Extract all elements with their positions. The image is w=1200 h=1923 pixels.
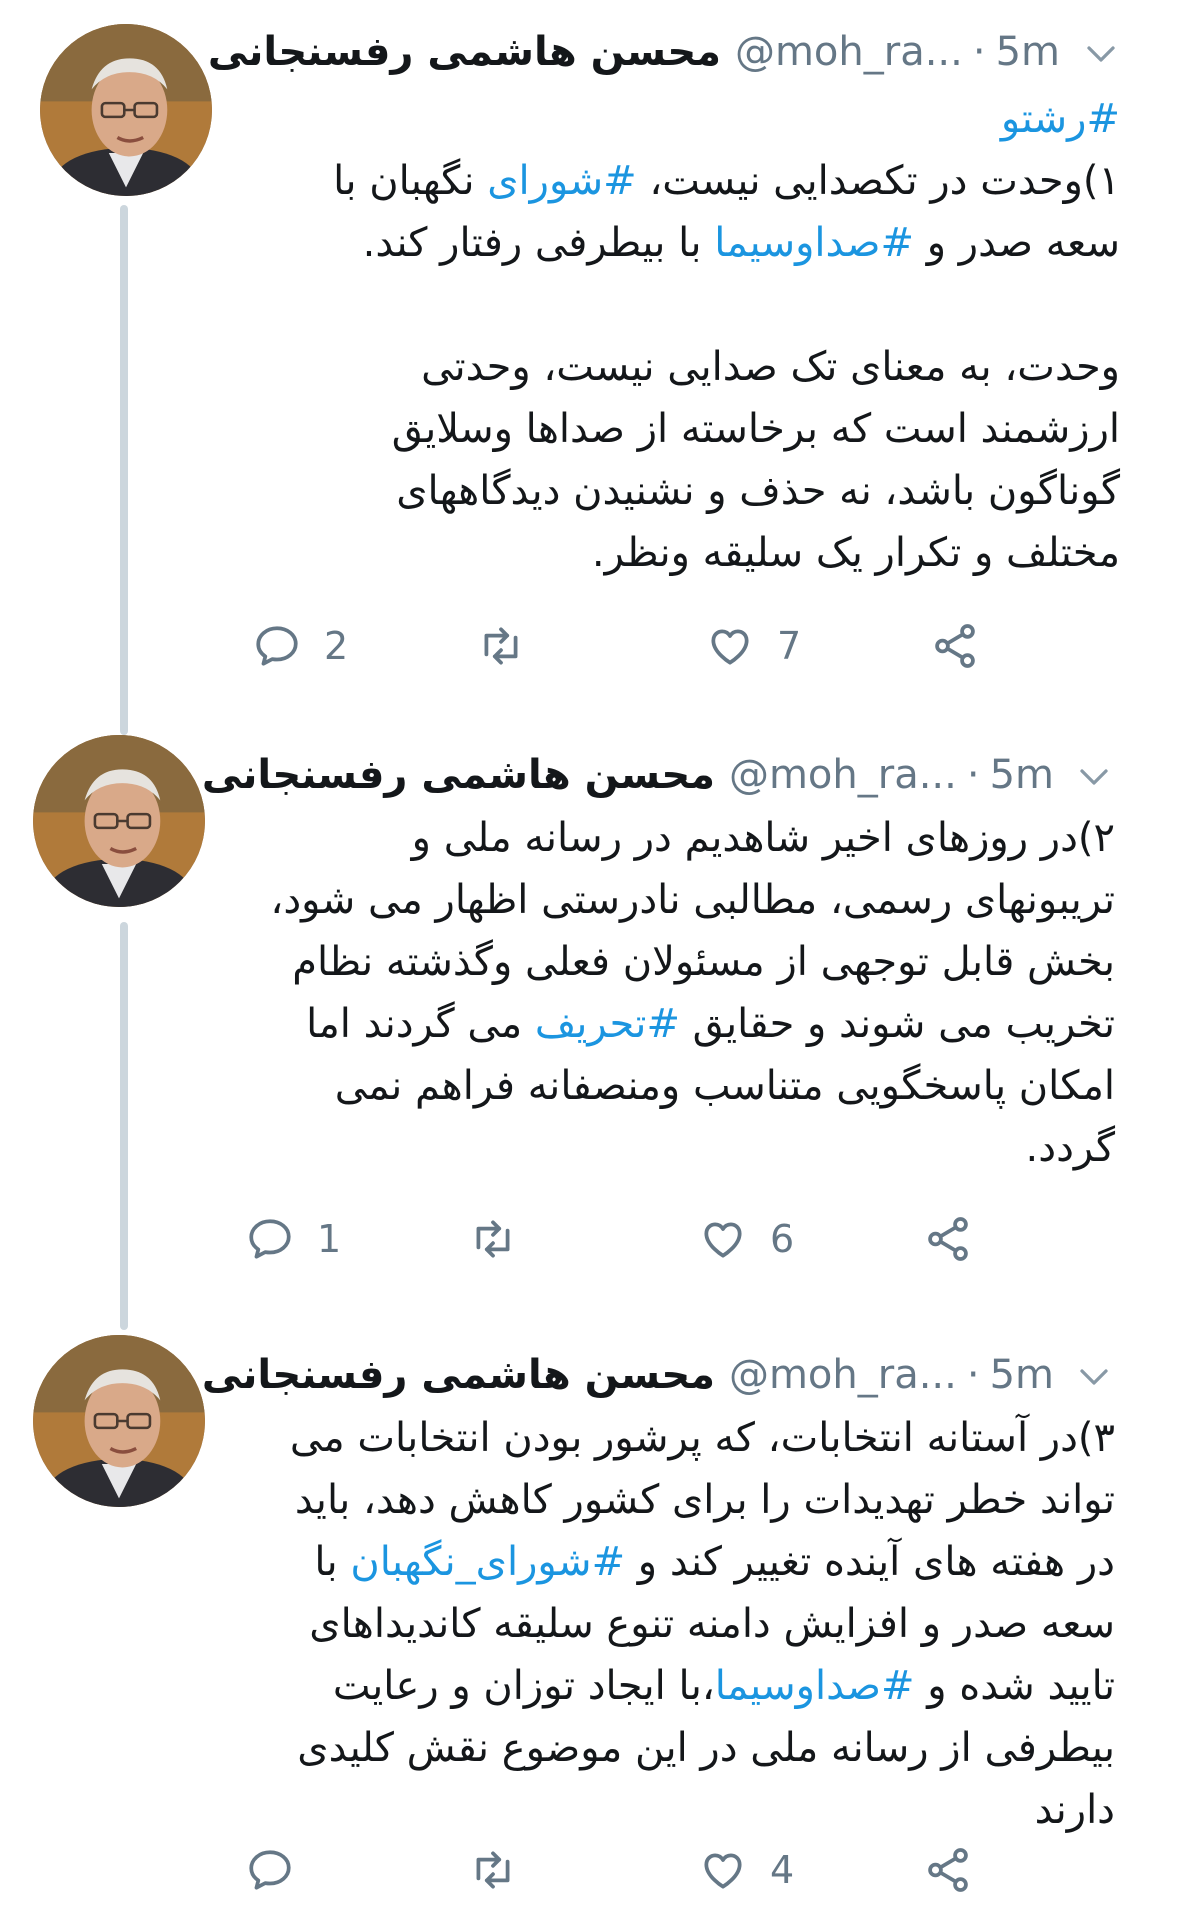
reply-icon — [256, 626, 298, 666]
like-button[interactable]: 4 — [698, 1840, 794, 1900]
author-handle[interactable]: @moh_ra... — [729, 1352, 957, 1398]
share-icon — [935, 624, 975, 668]
reply-button[interactable] — [245, 1840, 317, 1900]
retweet-button[interactable] — [476, 616, 548, 676]
hashtag-link[interactable]: #صداوسیما — [715, 1663, 915, 1709]
author-handle[interactable]: @moh_ra... — [729, 752, 957, 798]
retweet-icon — [476, 1220, 510, 1258]
separator-dot: · — [966, 1352, 980, 1398]
timestamp[interactable]: 5m — [990, 752, 1054, 798]
avatar[interactable] — [33, 1335, 205, 1507]
like-count: 4 — [770, 1848, 795, 1892]
separator-dot: · — [966, 752, 980, 798]
tweet[interactable]: محسن هاشمی رفسنجانی @moh_ra... · 5m ۲)در… — [0, 735, 1200, 1335]
retweet-icon — [484, 627, 518, 665]
reply-button[interactable]: 2 — [252, 616, 348, 676]
share-button[interactable] — [923, 1840, 973, 1900]
reply-count: 2 — [324, 624, 349, 668]
like-button[interactable]: 6 — [698, 1209, 794, 1269]
text-segment: ۱)وحدت در تکصدایی نیست، — [636, 158, 1120, 204]
tweet[interactable]: محسن هاشمی رفسنجانی @moh_ra... · 5m #رشت… — [0, 0, 1200, 700]
tweet-header: محسن هاشمی رفسنجانی @moh_ra... · 5m — [202, 745, 1054, 805]
chevron-down-icon[interactable] — [1083, 36, 1119, 72]
tweet-paragraph: ۲)در روزهای اخیر شاهدیم در رسانه ملی و ت… — [265, 807, 1115, 1179]
timestamp[interactable]: 5m — [990, 1352, 1054, 1398]
avatar[interactable] — [33, 735, 205, 907]
share-button[interactable] — [923, 1209, 973, 1269]
retweet-button[interactable] — [468, 1209, 540, 1269]
hashtag-link[interactable]: #شورای — [487, 158, 636, 204]
tweet-header: محسن هاشمی رفسنجانی @moh_ra... · 5m — [202, 1345, 1054, 1405]
hashtag-line[interactable]: #رشتو — [280, 88, 1120, 150]
chevron-down-icon[interactable] — [1076, 1359, 1112, 1395]
avatar-photo — [33, 735, 205, 907]
tweet-actions: 4 — [0, 1840, 1200, 1900]
retweet-icon — [476, 1851, 510, 1889]
tweet-text: ۲)در روزهای اخیر شاهدیم در رسانه ملی و ت… — [265, 807, 1115, 1179]
share-button[interactable] — [930, 616, 980, 676]
author-handle[interactable]: @moh_ra... — [735, 29, 963, 75]
chevron-down-icon[interactable] — [1076, 759, 1112, 795]
share-icon — [928, 1848, 968, 1892]
hashtag-link[interactable]: #صداوسیما — [714, 220, 914, 266]
avatar-photo — [40, 24, 212, 196]
like-count: 6 — [770, 1217, 795, 1261]
heart-icon — [704, 1853, 742, 1889]
tweet-paragraph: ۳)در آستانه انتخابات، که پرشور بودن انتخ… — [265, 1407, 1115, 1841]
reply-button[interactable]: 1 — [245, 1209, 341, 1269]
share-icon — [928, 1217, 968, 1261]
retweet-button[interactable] — [468, 1840, 540, 1900]
tweet-text: #رشتو ۱)وحدت در تکصدایی نیست، #شورای نگه… — [280, 88, 1120, 584]
text-segment: با بیطرفی رفتار کند. — [362, 220, 715, 266]
like-count: 7 — [777, 624, 802, 668]
tweet-actions: 1 6 — [0, 1209, 1200, 1269]
heart-icon — [704, 1222, 742, 1258]
tweet-paragraph: ۱)وحدت در تکصدایی نیست، #شورای نگهبان با… — [280, 150, 1120, 274]
tweet[interactable]: محسن هاشمی رفسنجانی @moh_ra... · 5m ۳)در… — [0, 1335, 1200, 1923]
like-button[interactable]: 7 — [705, 616, 801, 676]
avatar[interactable] — [40, 24, 212, 196]
tweet-paragraph: وحدت، به معنای تک صدایی نیست، وحدتی ارزش… — [391, 344, 1120, 576]
separator-dot: · — [972, 29, 986, 75]
author-name[interactable]: محسن هاشمی رفسنجانی — [208, 29, 721, 75]
hashtag-link[interactable]: #شورای_نگهبان — [350, 1539, 625, 1585]
tweet-header: محسن هاشمی رفسنجانی @moh_ra... · 5m — [208, 22, 1060, 82]
avatar-photo — [33, 1335, 205, 1507]
timestamp[interactable]: 5m — [996, 29, 1060, 75]
tweet-text: ۳)در آستانه انتخابات، که پرشور بودن انتخ… — [265, 1407, 1115, 1841]
reply-icon — [249, 1850, 291, 1890]
heart-icon — [711, 629, 749, 665]
reply-count: 1 — [317, 1217, 342, 1261]
hashtag-link[interactable]: #تحریف — [535, 1001, 680, 1047]
tweet-actions: 2 7 — [0, 616, 1200, 676]
author-name[interactable]: محسن هاشمی رفسنجانی — [202, 1352, 715, 1398]
reply-icon — [249, 1219, 291, 1259]
author-name[interactable]: محسن هاشمی رفسنجانی — [202, 752, 715, 798]
